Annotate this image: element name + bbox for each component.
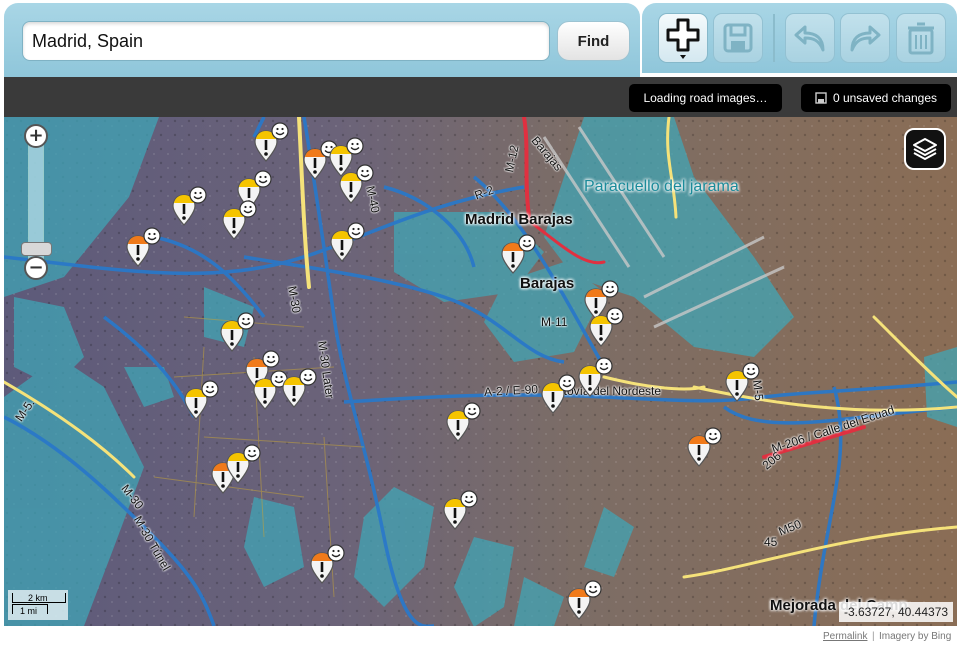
scale-km-label: 2 km [28,593,48,603]
report-marker[interactable] [687,427,722,467]
zoom-out-button[interactable]: − [24,256,48,280]
report-marker[interactable] [443,490,478,530]
report-marker[interactable] [282,368,317,408]
search-input[interactable] [22,21,550,61]
add-pin-icon [666,18,700,59]
report-marker[interactable] [184,380,219,420]
unsaved-changes-label: 0 unsaved changes [832,91,938,105]
imagery-credit: Imagery by Bing [879,631,952,642]
report-marker[interactable] [725,362,760,402]
footer-divider: | [872,631,875,642]
loading-status: Loading road images… [629,84,782,112]
permalink-link[interactable]: Permalink [823,631,867,642]
unsaved-changes-status: 0 unsaved changes [801,84,951,112]
layers-button[interactable] [904,128,946,170]
report-marker[interactable] [541,374,576,414]
report-marker[interactable] [172,186,207,226]
report-marker[interactable] [220,312,255,352]
report-marker[interactable] [254,122,289,162]
zoom-in-button[interactable]: + [24,124,48,148]
redo-icon [850,25,881,52]
zoom-control: + − [21,124,52,284]
scale-mi-label: 1 mi [20,606,38,616]
map-editor-app: Find Loading road images… [0,0,966,651]
report-marker[interactable] [310,544,345,584]
coordinate-readout: -3.63727, 40.44373 [839,602,953,622]
scale-bar: 2 km 1 mi [8,590,68,620]
toolbar-divider [773,14,775,62]
undo-button[interactable] [785,13,835,63]
report-marker[interactable] [446,402,481,442]
trash-icon [908,22,934,55]
save-button[interactable] [713,13,763,63]
undo-icon [794,25,825,52]
redo-button[interactable] [840,13,890,63]
report-marker[interactable] [126,227,161,267]
save-icon [815,92,827,104]
layers-icon [913,138,937,160]
report-marker[interactable] [222,200,257,240]
report-marker[interactable] [567,580,602,620]
map-view[interactable]: Paracuello del jarama Madrid Barajas Bar… [4,117,957,626]
report-markers [126,122,760,620]
zoom-slider-handle[interactable] [21,242,52,256]
report-marker[interactable] [501,234,536,274]
search-toolbar: Find [4,3,640,77]
report-marker[interactable] [578,357,613,397]
find-button[interactable]: Find [557,21,630,61]
save-icon [723,23,753,53]
report-marker[interactable] [330,222,365,262]
add-pin-button[interactable] [658,13,708,63]
delete-button[interactable] [896,13,946,63]
